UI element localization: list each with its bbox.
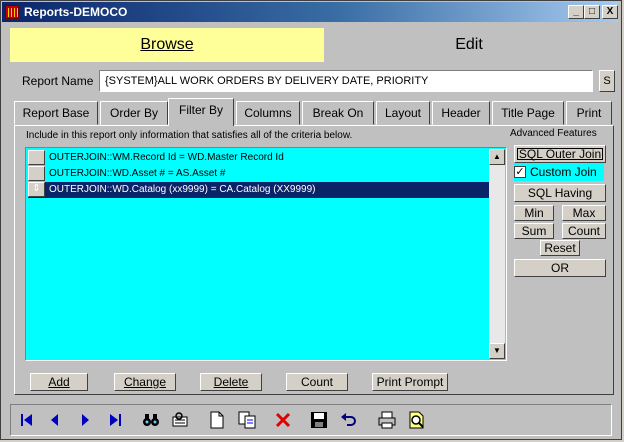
or-button[interactable]: OR	[514, 259, 606, 277]
add-button-label: Add	[48, 375, 70, 389]
report-name-field[interactable]: {SYSTEM}ALL WORK ORDERS BY DELIVERY DATE…	[99, 70, 593, 92]
new-document-icon[interactable]	[206, 409, 228, 431]
filter-row[interactable]: OUTERJOIN::WM.Record Id = WD.Master Reco…	[28, 150, 490, 166]
list-scrollbar[interactable]: ▲ ▼	[489, 149, 505, 359]
report-name-s-button[interactable]: S	[599, 70, 615, 92]
minimize-button[interactable]: _	[568, 5, 584, 19]
tab-layout[interactable]: Layout	[376, 101, 430, 125]
close-button[interactable]: X	[602, 5, 618, 19]
change-button-label: Change	[123, 375, 167, 389]
browse-mode-tab[interactable]: Browse	[10, 28, 324, 62]
title-bar[interactable]: Reports-DEMOCO _ □ X	[2, 2, 618, 22]
tab-columns[interactable]: Columns	[236, 101, 300, 125]
filter-row-text: OUTERJOIN::WD.Asset # = AS.Asset #	[49, 168, 226, 179]
edit-mode-tab[interactable]: Edit	[326, 28, 612, 62]
last-record-icon[interactable]	[104, 409, 126, 431]
add-button[interactable]: Add	[30, 373, 88, 391]
row-handle[interactable]	[28, 166, 45, 181]
filter-row-text: OUTERJOIN::WD.Catalog (xx9999) = CA.Cata…	[49, 184, 316, 195]
app-icon	[5, 5, 19, 19]
report-name-label: Report Name	[22, 74, 94, 88]
filter-row-selected[interactable]: ⇕ OUTERJOIN::WD.Catalog (xx9999) = CA.Ca…	[28, 182, 490, 198]
min-button[interactable]: Min	[514, 205, 554, 221]
filter-row-text: OUTERJOIN::WM.Record Id = WD.Master Reco…	[49, 152, 284, 163]
delete-button-label: Delete	[213, 375, 249, 389]
advanced-features-heading: Advanced Features	[510, 128, 597, 139]
tab-report-base[interactable]: Report Base	[14, 101, 98, 125]
scroll-up-icon[interactable]: ▲	[489, 149, 505, 165]
tab-print[interactable]: Print	[566, 101, 612, 125]
window-title: Reports-DEMOCO	[24, 5, 128, 19]
binoculars-icon[interactable]	[140, 409, 162, 431]
tab-title-page[interactable]: Title Page	[492, 101, 564, 125]
custom-join-label[interactable]: Custom Join	[530, 165, 597, 179]
delete-x-icon[interactable]	[272, 409, 294, 431]
sum-button[interactable]: Sum	[514, 223, 554, 239]
tab-filter-by[interactable]: Filter By	[168, 98, 234, 126]
delete-button[interactable]: Delete	[200, 373, 262, 391]
sql-having-button[interactable]: SQL Having	[514, 184, 606, 202]
print-prompt-button[interactable]: Print Prompt	[372, 373, 448, 391]
filter-row[interactable]: OUTERJOIN::WD.Asset # = AS.Asset #	[28, 166, 490, 182]
maximize-button[interactable]: □	[584, 5, 600, 19]
next-record-icon[interactable]	[74, 409, 96, 431]
undo-icon[interactable]	[338, 409, 360, 431]
scroll-down-icon[interactable]: ▼	[489, 343, 505, 359]
reset-button[interactable]: Reset	[540, 240, 580, 256]
save-icon[interactable]	[308, 409, 330, 431]
row-handle[interactable]	[28, 150, 45, 165]
tab-header[interactable]: Header	[432, 101, 490, 125]
print-icon[interactable]	[376, 409, 398, 431]
filter-criteria-list[interactable]: OUTERJOIN::WM.Record Id = WD.Master Reco…	[25, 147, 507, 361]
count-aggregate-button[interactable]: Count	[562, 223, 606, 239]
find-record-icon[interactable]	[170, 409, 192, 431]
change-button[interactable]: Change	[114, 373, 176, 391]
first-record-icon[interactable]	[16, 409, 38, 431]
sql-outer-join-button[interactable]: SQL Outer Join	[514, 145, 606, 163]
row-drag-handle-icon[interactable]: ⇕	[28, 182, 45, 197]
previous-record-icon[interactable]	[44, 409, 66, 431]
print-preview-icon[interactable]	[406, 409, 428, 431]
custom-join-checkbox[interactable]: ✓	[514, 166, 526, 178]
copy-icon[interactable]	[236, 409, 258, 431]
tab-break-on[interactable]: Break On	[302, 101, 374, 125]
filter-instruction: Include in this report only information …	[26, 130, 353, 141]
count-button[interactable]: Count	[286, 373, 348, 391]
tab-order-by[interactable]: Order By	[100, 101, 168, 125]
max-button[interactable]: Max	[562, 205, 606, 221]
